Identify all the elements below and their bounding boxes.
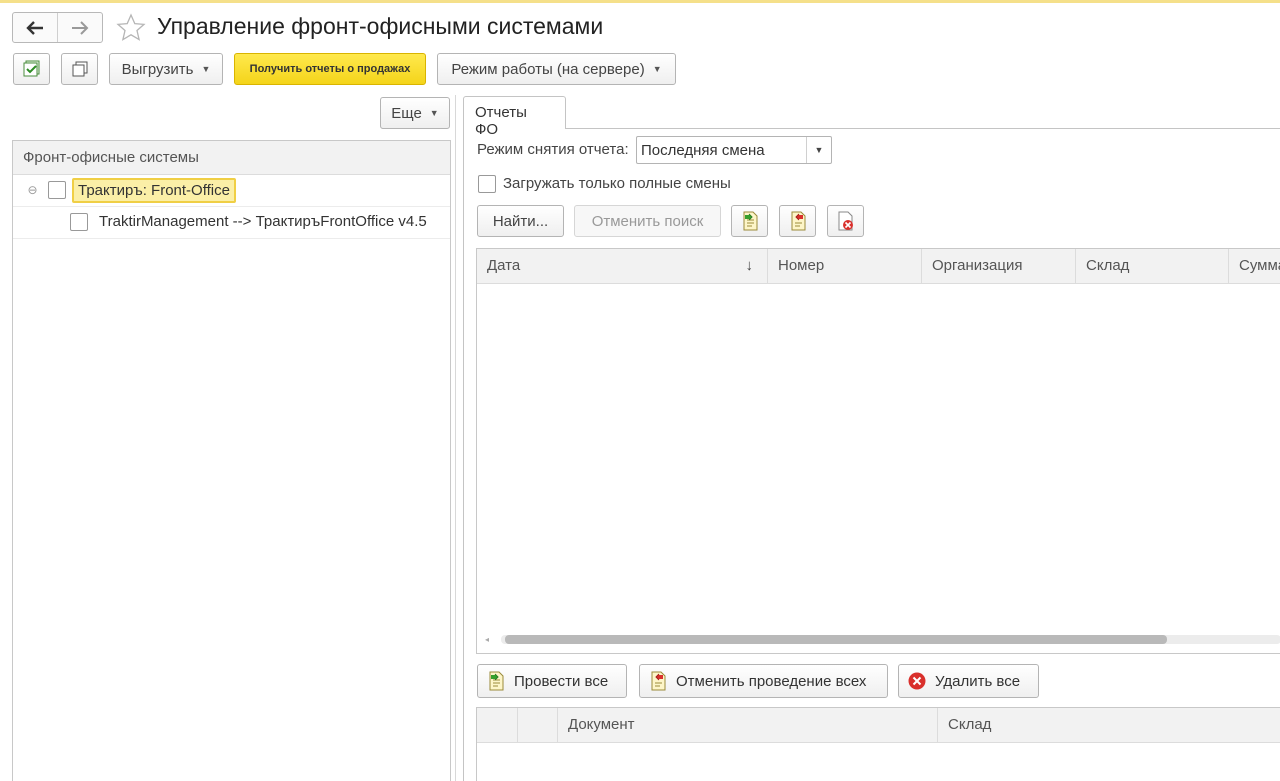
more-dropdown-button[interactable]: Еще ▼: [380, 97, 450, 129]
copy-button[interactable]: [61, 53, 98, 85]
column-header-sum[interactable]: Сумма: [1229, 249, 1280, 284]
unpost-all-label: Отменить проведение всех: [676, 672, 867, 690]
delete-all-button[interactable]: Удалить все: [898, 664, 1039, 698]
cancel-search-button[interactable]: Отменить поиск: [574, 205, 721, 237]
tree-row-traktir[interactable]: ⊖ Трактиръ: Front-Office: [13, 175, 450, 207]
reports-table: Дата ↓ Номер Организация Склад Сумма ◂: [476, 248, 1280, 654]
scrollbar-thumb[interactable]: [505, 635, 1167, 644]
tab-fo-reports[interactable]: Отчеты ФО: [463, 96, 566, 138]
post-all-button[interactable]: Провести все: [477, 664, 627, 698]
column-label: Дата: [487, 257, 521, 274]
favorite-star-icon[interactable]: [115, 12, 147, 44]
column-header-organization[interactable]: Организация: [922, 249, 1076, 284]
column-header-date[interactable]: Дата ↓: [477, 249, 768, 284]
tab-panel-border: [463, 128, 464, 781]
sort-descending-icon: ↓: [745, 257, 754, 274]
report-mode-value: Последняя смена: [641, 142, 765, 159]
tree-label[interactable]: TraktirManagement --> ТрактиръFrontOffic…: [99, 213, 427, 230]
unpost-document-icon: [651, 671, 666, 691]
page-title: Управление фронт-офисными системами: [157, 13, 604, 39]
find-button[interactable]: Найти...: [477, 205, 564, 237]
copy-icon: [72, 61, 87, 77]
column-header-warehouse[interactable]: Склад: [1076, 249, 1229, 284]
column-header: Фронт-офисные системы: [13, 141, 450, 175]
forward-button[interactable]: [57, 13, 102, 42]
navigation-buttons: [12, 12, 103, 43]
full-shifts-label: Загружать только полные смены: [503, 175, 731, 192]
unpost-document-button[interactable]: [779, 205, 816, 237]
front-office-systems-list: Фронт-офисные системы ⊖ Трактиръ: Front-…: [12, 140, 451, 781]
delete-all-label: Удалить все: [935, 672, 1021, 690]
chevron-down-icon[interactable]: ▼: [806, 137, 831, 163]
post-document-icon: [489, 671, 504, 691]
export-dropdown-button[interactable]: Выгрузить ▼: [109, 53, 223, 85]
report-mode-label: Режим снятия отчета:: [477, 141, 629, 158]
column-header-mark[interactable]: [518, 708, 558, 743]
arrow-left-icon: [26, 20, 43, 35]
tree-checkbox[interactable]: [48, 181, 66, 199]
post-all-label: Провести все: [514, 672, 609, 690]
post-document-icon: [743, 211, 757, 231]
tab-strip-border: [463, 128, 1280, 129]
export-label: Выгрузить: [121, 60, 194, 78]
unpost-all-button[interactable]: Отменить проведение всех: [639, 664, 888, 698]
column-header-number[interactable]: Номер: [768, 249, 922, 284]
table-header: Дата ↓ Номер Организация Склад Сумма: [477, 249, 1280, 284]
full-shifts-checkbox[interactable]: [478, 175, 496, 193]
back-button[interactable]: [13, 13, 57, 42]
unpost-document-icon: [791, 211, 805, 231]
more-label: Еще: [391, 104, 422, 122]
delete-document-button[interactable]: [827, 205, 864, 237]
tree-row-traktir-management[interactable]: TraktirManagement --> ТрактиръFrontOffic…: [13, 207, 450, 239]
delete-icon: [908, 672, 926, 690]
column-header-warehouse[interactable]: Склад: [938, 708, 1280, 743]
arrow-right-icon: [72, 20, 89, 35]
get-sales-reports-button[interactable]: Получить отчеты о продажах: [234, 53, 426, 85]
collapse-icon[interactable]: ⊖: [26, 184, 39, 197]
column-header-document[interactable]: Документ: [558, 708, 938, 743]
chevron-down-icon: ▼: [201, 64, 211, 74]
report-mode-select[interactable]: Последняя смена ▼: [636, 136, 832, 164]
work-mode-label: Режим работы (на сервере): [451, 60, 645, 78]
chevron-down-icon: ▼: [652, 64, 662, 74]
table-header: Документ Склад: [477, 708, 1280, 743]
top-accent-line: [0, 0, 1280, 3]
tree-checkbox[interactable]: [70, 213, 88, 231]
checkmark-document-icon: [23, 60, 39, 77]
delete-document-icon: [838, 211, 853, 231]
tree-label[interactable]: Трактиръ: Front-Office: [72, 178, 236, 203]
chevron-down-icon: ▼: [429, 108, 439, 118]
post-close-button[interactable]: [13, 53, 50, 85]
documents-table: Документ Склад: [476, 707, 1280, 781]
work-mode-dropdown-button[interactable]: Режим работы (на сервере) ▼: [437, 53, 676, 85]
panel-splitter[interactable]: [455, 95, 456, 781]
scroll-left-icon[interactable]: ◂: [485, 635, 489, 644]
post-document-button[interactable]: [731, 205, 768, 237]
column-header-icon[interactable]: [477, 708, 518, 743]
